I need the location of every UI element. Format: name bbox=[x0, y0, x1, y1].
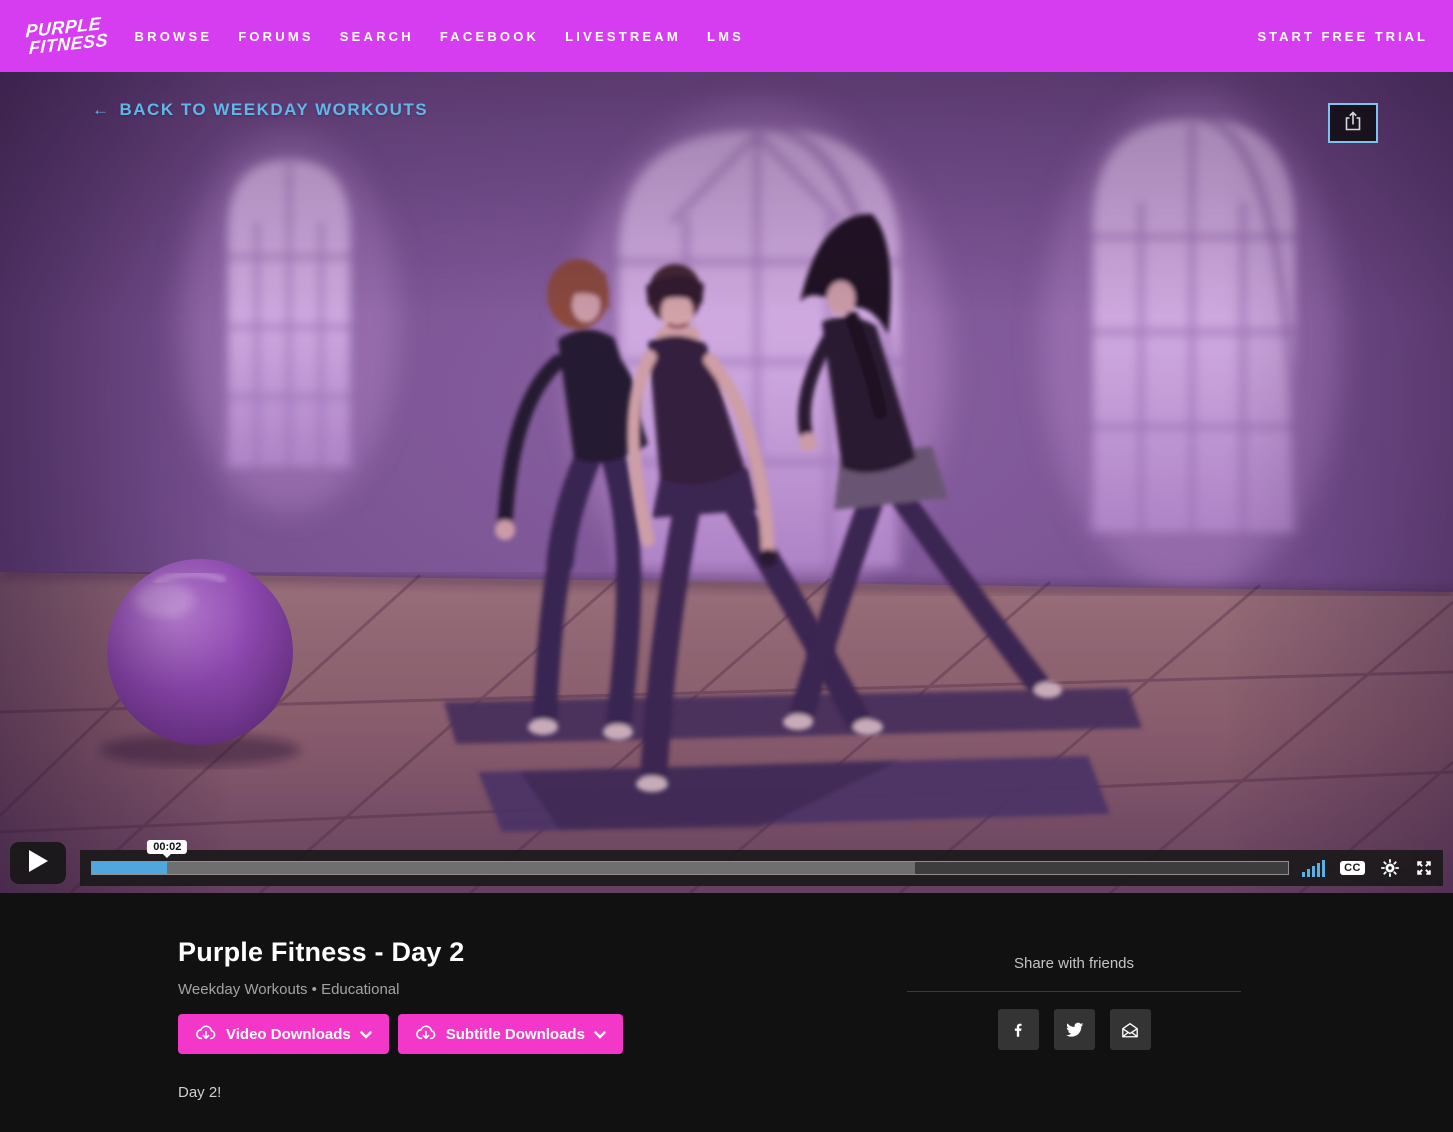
closed-captions-button[interactable]: CC bbox=[1340, 861, 1365, 875]
download-buttons-row: Video Downloads Subtitle Downloads bbox=[178, 1014, 623, 1054]
video-player[interactable]: ← BACK TO WEEKDAY WORKOUTS 00:02 CC bbox=[0, 72, 1453, 893]
play-button[interactable] bbox=[10, 842, 66, 884]
nav-item-search[interactable]: SEARCH bbox=[340, 29, 414, 44]
nav-item-livestream[interactable]: LIVESTREAM bbox=[565, 29, 681, 44]
share-twitter-button[interactable] bbox=[1054, 1009, 1095, 1050]
share-email-button[interactable] bbox=[1110, 1009, 1151, 1050]
nav-item-browse[interactable]: BROWSE bbox=[135, 29, 213, 44]
gear-icon bbox=[1380, 858, 1400, 878]
facebook-icon bbox=[1009, 1021, 1027, 1039]
share-icon bbox=[1343, 110, 1363, 137]
seek-tooltip: 00:02 bbox=[147, 840, 187, 854]
share-video-button[interactable] bbox=[1328, 103, 1378, 143]
video-description: Day 2! bbox=[178, 1084, 221, 1101]
video-downloads-button[interactable]: Video Downloads bbox=[178, 1014, 389, 1054]
video-title: Purple Fitness - Day 2 bbox=[178, 937, 465, 968]
fullscreen-button[interactable] bbox=[1415, 859, 1433, 877]
back-arrow-icon: ← bbox=[92, 100, 111, 120]
progress-fill bbox=[92, 862, 167, 874]
subtitle-downloads-button[interactable]: Subtitle Downloads bbox=[398, 1014, 623, 1054]
back-link-label: BACK TO WEEKDAY WORKOUTS bbox=[120, 100, 429, 120]
video-scene bbox=[0, 72, 1453, 893]
twitter-icon bbox=[1065, 1022, 1084, 1038]
share-heading: Share with friends bbox=[907, 955, 1241, 972]
subtitle-downloads-label: Subtitle Downloads bbox=[446, 1026, 585, 1043]
video-downloads-label: Video Downloads bbox=[226, 1026, 351, 1043]
fullscreen-icon bbox=[1415, 859, 1433, 877]
buffered-fill bbox=[92, 862, 915, 874]
top-nav: PURPLE FITNESS BROWSE FORUMS SEARCH FACE… bbox=[0, 0, 1453, 72]
nav-item-forums[interactable]: FORUMS bbox=[238, 29, 314, 44]
player-controls-bar: 00:02 CC bbox=[80, 850, 1443, 886]
chevron-down-icon bbox=[594, 1026, 606, 1043]
back-to-weekday-workouts-link[interactable]: ← BACK TO WEEKDAY WORKOUTS bbox=[92, 100, 428, 120]
seek-bar[interactable]: 00:02 bbox=[91, 861, 1289, 875]
player-right-controls: CC bbox=[1302, 858, 1433, 878]
share-facebook-button[interactable] bbox=[998, 1009, 1039, 1050]
cloud-download-icon bbox=[195, 1023, 217, 1046]
settings-button[interactable] bbox=[1380, 858, 1400, 878]
nav-menu: BROWSE FORUMS SEARCH FACEBOOK LIVESTREAM… bbox=[135, 29, 744, 44]
volume-bars-icon[interactable] bbox=[1302, 860, 1325, 877]
social-buttons-row bbox=[907, 1009, 1241, 1050]
nav-item-facebook[interactable]: FACEBOOK bbox=[440, 29, 539, 44]
cloud-download-icon bbox=[415, 1023, 437, 1046]
start-free-trial-button[interactable]: START FREE TRIAL bbox=[1257, 29, 1428, 44]
logo[interactable]: PURPLE FITNESS bbox=[25, 15, 109, 57]
nav-item-lms[interactable]: LMS bbox=[707, 29, 744, 44]
email-icon bbox=[1120, 1021, 1140, 1039]
chevron-down-icon bbox=[360, 1026, 372, 1043]
share-divider bbox=[907, 991, 1241, 992]
video-info-section: Purple Fitness - Day 2 Weekday Workouts … bbox=[0, 893, 1453, 1132]
current-time: 00:02 bbox=[153, 841, 181, 853]
share-with-friends-section: Share with friends bbox=[907, 955, 1241, 1050]
video-meta: Weekday Workouts • Educational bbox=[178, 981, 399, 998]
play-icon bbox=[29, 850, 48, 877]
